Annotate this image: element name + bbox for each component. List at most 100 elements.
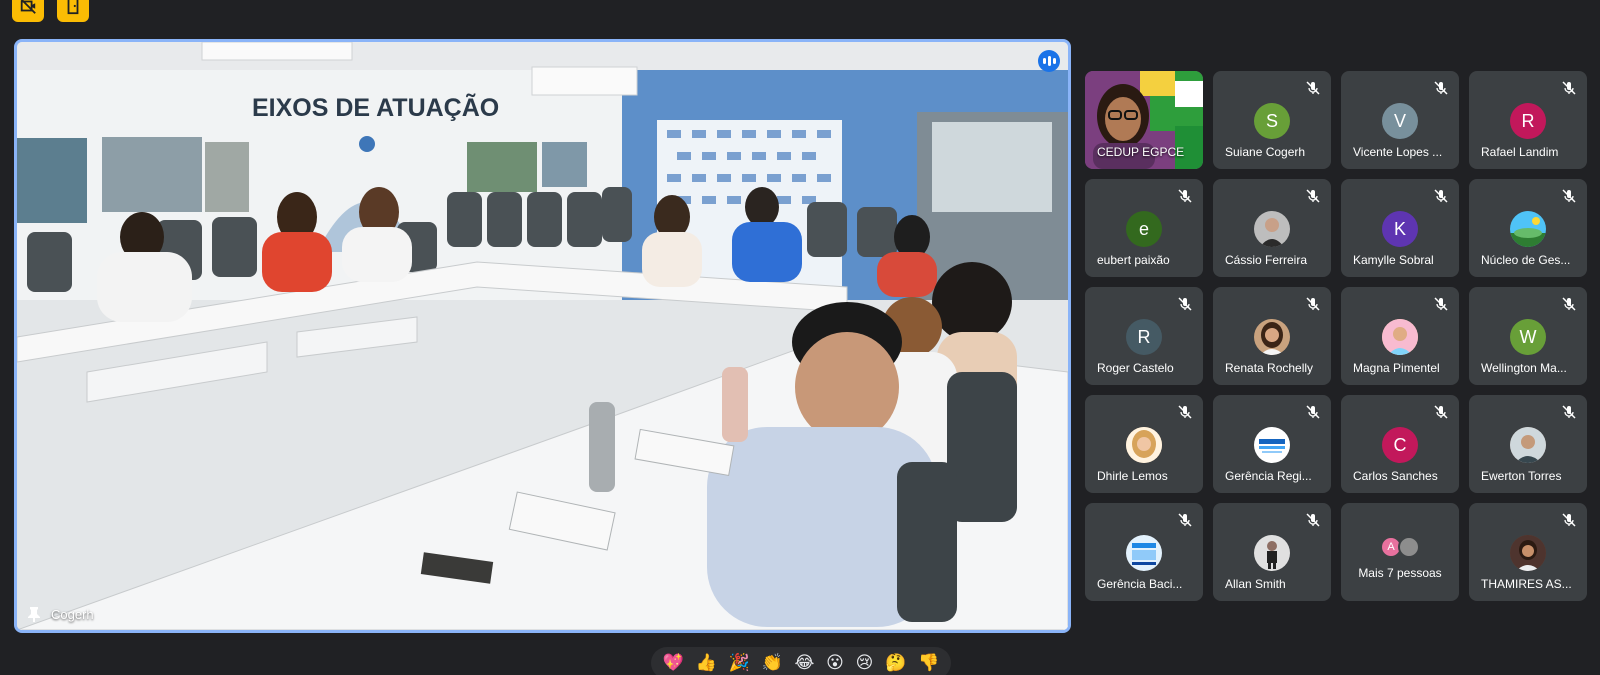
more-avatars: A (1380, 536, 1420, 558)
participant-name: Rafael Landim (1481, 145, 1559, 159)
avatar-photo (1254, 319, 1290, 355)
avatar: V (1382, 103, 1418, 139)
main-video-tile[interactable]: EIXOS DE ATUAÇÃO Cogerh (14, 39, 1071, 633)
avatar: R (1510, 103, 1546, 139)
pin-icon[interactable] (27, 606, 41, 622)
mic-off-icon (1305, 188, 1321, 204)
participant-tile[interactable]: S Suiane Cogerh (1213, 71, 1331, 169)
door-icon (67, 0, 79, 15)
participant-name: Gerência Regi... (1225, 469, 1312, 483)
participant-tile[interactable]: K Kamylle Sobral (1341, 179, 1459, 277)
main-participant-name: Cogerh (51, 606, 94, 622)
participant-name: Suiane Cogerh (1225, 145, 1306, 159)
reaction-thumbs-up-icon[interactable]: 👍 (696, 654, 717, 672)
avatar-photo (1126, 535, 1162, 571)
avatar: K (1382, 211, 1418, 247)
meeting-room-video: EIXOS DE ATUAÇÃO (17, 42, 1068, 630)
main-name-label: Cogerh (27, 606, 94, 622)
reactions-bar: 💖 👍 🎉 👏 😂 😮 😢 🤔 👎 (651, 647, 951, 675)
participant-name: Dhirle Lemos (1097, 469, 1168, 483)
mic-off-icon (1305, 512, 1321, 528)
mic-off-icon (1177, 512, 1193, 528)
avatar: e (1126, 211, 1162, 247)
mic-off-icon (1433, 80, 1449, 96)
participant-tile[interactable]: V Vicente Lopes ... (1341, 71, 1459, 169)
avatar-photo (1398, 536, 1420, 558)
mic-off-icon (1177, 296, 1193, 312)
reaction-thinking-icon[interactable]: 🤔 (885, 654, 906, 672)
participant-name: eubert paixão (1097, 253, 1170, 267)
leave-door-button[interactable] (57, 0, 89, 22)
avatar-photo (1254, 211, 1290, 247)
mic-off-icon (1561, 188, 1577, 204)
participant-name: Carlos Sanches (1353, 469, 1438, 483)
mic-off-icon (1433, 296, 1449, 312)
more-participants-tile[interactable]: A Mais 7 pessoas (1341, 503, 1459, 601)
mic-off-icon (1561, 80, 1577, 96)
mic-off-icon (1561, 404, 1577, 420)
mic-off-icon (1433, 188, 1449, 204)
participant-name: Roger Castelo (1097, 361, 1174, 375)
camera-off-button[interactable] (12, 0, 44, 22)
mic-off-icon (1177, 404, 1193, 420)
reaction-laughing-icon[interactable]: 😂 (794, 654, 814, 672)
participant-tile[interactable]: R Roger Castelo (1085, 287, 1203, 385)
participant-name: Gerência Baci... (1097, 577, 1183, 591)
participant-name: Allan Smith (1225, 577, 1286, 591)
avatar-photo (1510, 211, 1546, 247)
avatar-photo (1510, 427, 1546, 463)
reaction-surprised-icon[interactable]: 😮 (826, 654, 844, 672)
participant-tile[interactable]: Ewerton Torres (1469, 395, 1587, 493)
participant-tile[interactable]: Magna Pimentel (1341, 287, 1459, 385)
participant-tile[interactable]: W Wellington Ma... (1469, 287, 1587, 385)
more-participants-label: Mais 7 pessoas (1358, 566, 1442, 580)
avatar: W (1510, 319, 1546, 355)
camera-off-icon (20, 0, 36, 14)
participant-name: Ewerton Torres (1481, 469, 1562, 483)
participant-name: Vicente Lopes ... (1353, 145, 1443, 159)
participant-name: Renata Rochelly (1225, 361, 1314, 375)
participant-name: Núcleo de Ges... (1481, 253, 1571, 267)
participant-tile[interactable]: Gerência Regi... (1213, 395, 1331, 493)
participant-tile[interactable]: e eubert paixão (1085, 179, 1203, 277)
participant-name: THAMIRES AS... (1481, 577, 1572, 591)
avatar: S (1254, 103, 1290, 139)
participant-grid: CEDUP EGPCE S Suiane Cogerh V Vicente Lo… (1085, 71, 1587, 601)
mic-off-icon (1561, 512, 1577, 528)
avatar-photo (1510, 535, 1546, 571)
participant-tile[interactable]: Dhirle Lemos (1085, 395, 1203, 493)
participant-name: Cássio Ferreira (1225, 253, 1308, 267)
reaction-party-popper-icon[interactable]: 🎉 (729, 654, 750, 672)
avatar-photo (1382, 319, 1418, 355)
avatar: C (1382, 427, 1418, 463)
participant-name: CEDUP EGPCE (1097, 145, 1185, 159)
participant-tile[interactable]: Núcleo de Ges... (1469, 179, 1587, 277)
avatar: R (1126, 319, 1162, 355)
participant-tile[interactable]: Allan Smith (1213, 503, 1331, 601)
mic-off-icon (1177, 188, 1193, 204)
mic-off-icon (1561, 296, 1577, 312)
avatar-photo (1254, 427, 1290, 463)
participant-tile[interactable]: Gerência Baci... (1085, 503, 1203, 601)
participant-name: Wellington Ma... (1481, 361, 1567, 375)
mic-off-icon (1305, 80, 1321, 96)
participant-name: Magna Pimentel (1353, 361, 1440, 375)
participant-tile[interactable]: THAMIRES AS... (1469, 503, 1587, 601)
reaction-sparkling-heart-icon[interactable]: 💖 (663, 654, 684, 672)
speaking-indicator-icon (1038, 50, 1060, 72)
mic-off-icon (1305, 404, 1321, 420)
participant-name: Kamylle Sobral (1353, 253, 1434, 267)
reaction-sad-icon[interactable]: 😢 (856, 654, 874, 672)
mic-off-icon (1433, 404, 1449, 420)
participant-tile[interactable]: CEDUP EGPCE (1085, 71, 1203, 169)
participant-tile[interactable]: Renata Rochelly (1213, 287, 1331, 385)
avatar-photo (1126, 427, 1162, 463)
mic-off-icon (1305, 296, 1321, 312)
participant-tile[interactable]: R Rafael Landim (1469, 71, 1587, 169)
avatar-photo (1254, 535, 1290, 571)
reaction-clapping-icon[interactable]: 👏 (762, 654, 783, 672)
reaction-thumbs-down-icon[interactable]: 👎 (918, 654, 939, 672)
participant-tile[interactable]: Cássio Ferreira (1213, 179, 1331, 277)
wall-title: EIXOS DE ATUAÇÃO (252, 92, 499, 122)
participant-tile[interactable]: C Carlos Sanches (1341, 395, 1459, 493)
